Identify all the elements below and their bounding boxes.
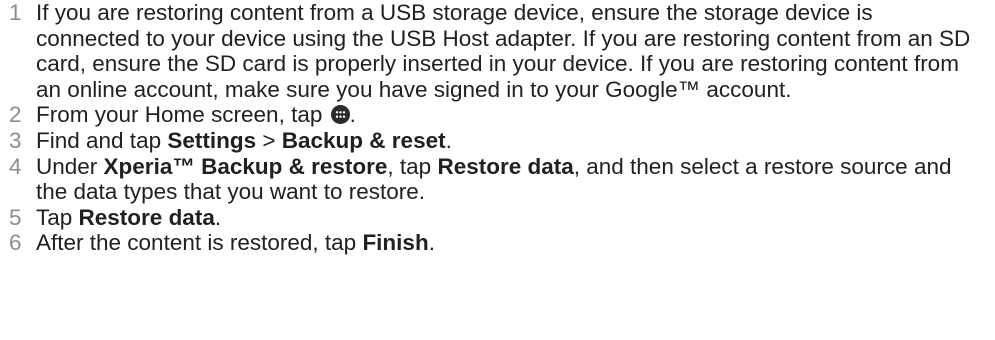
step-text-part: Find and tap [36, 127, 168, 153]
xperia-backup-restore-term: Xperia™ Backup & restore [103, 153, 388, 179]
step-number: 2 [9, 102, 22, 128]
step-3: 3 Find and tap Settings > Backup & reset… [0, 128, 995, 154]
step-6: 6 After the content is restored, tap Fin… [0, 230, 995, 256]
step-number: 4 [9, 153, 22, 179]
finish-term: Finish [362, 230, 429, 256]
step-text-part: . [214, 204, 222, 230]
step-text-part: , tap [387, 153, 438, 179]
step-5: 5 Tap Restore data. [0, 205, 995, 231]
step-1: 1 If you are restoring content from a US… [0, 0, 995, 102]
settings-term: Settings [167, 127, 257, 153]
step-4: 4 Under Xperia™ Backup & restore, tap Re… [0, 154, 995, 205]
step-number: 6 [9, 230, 22, 256]
apps-grid-icon [330, 105, 350, 125]
step-text: Tap Restore data. [36, 205, 995, 231]
step-number: 5 [9, 204, 22, 230]
step-number: 1 [9, 0, 22, 25]
step-text-part: . [349, 102, 356, 128]
step-text: If you are restoring content from a USB … [36, 0, 971, 102]
step-text: After the content is restored, tap Finis… [36, 230, 995, 256]
restore-data-term: Restore data [78, 204, 215, 230]
step-text-part: After the content is restored, tap [36, 230, 363, 256]
step-text-part: Under [36, 153, 104, 179]
step-text: Find and tap Settings > Backup & reset. [36, 128, 995, 154]
step-2: 2 From your Home screen, tap . [0, 102, 995, 128]
restore-data-term: Restore data [437, 153, 574, 179]
step-text-part: . [428, 230, 435, 256]
step-text-part: > [256, 127, 282, 153]
backup-reset-term: Backup & reset [281, 127, 446, 153]
step-text-part: . [445, 127, 452, 153]
step-text-part: Tap [36, 204, 79, 230]
step-text: Under Xperia™ Backup & restore, tap Rest… [36, 154, 995, 205]
step-text: From your Home screen, tap . [36, 102, 995, 128]
restore-steps-list: 1 If you are restoring content from a US… [0, 0, 995, 256]
step-text-part: From your Home screen, tap [36, 102, 329, 128]
step-number: 3 [9, 127, 22, 153]
